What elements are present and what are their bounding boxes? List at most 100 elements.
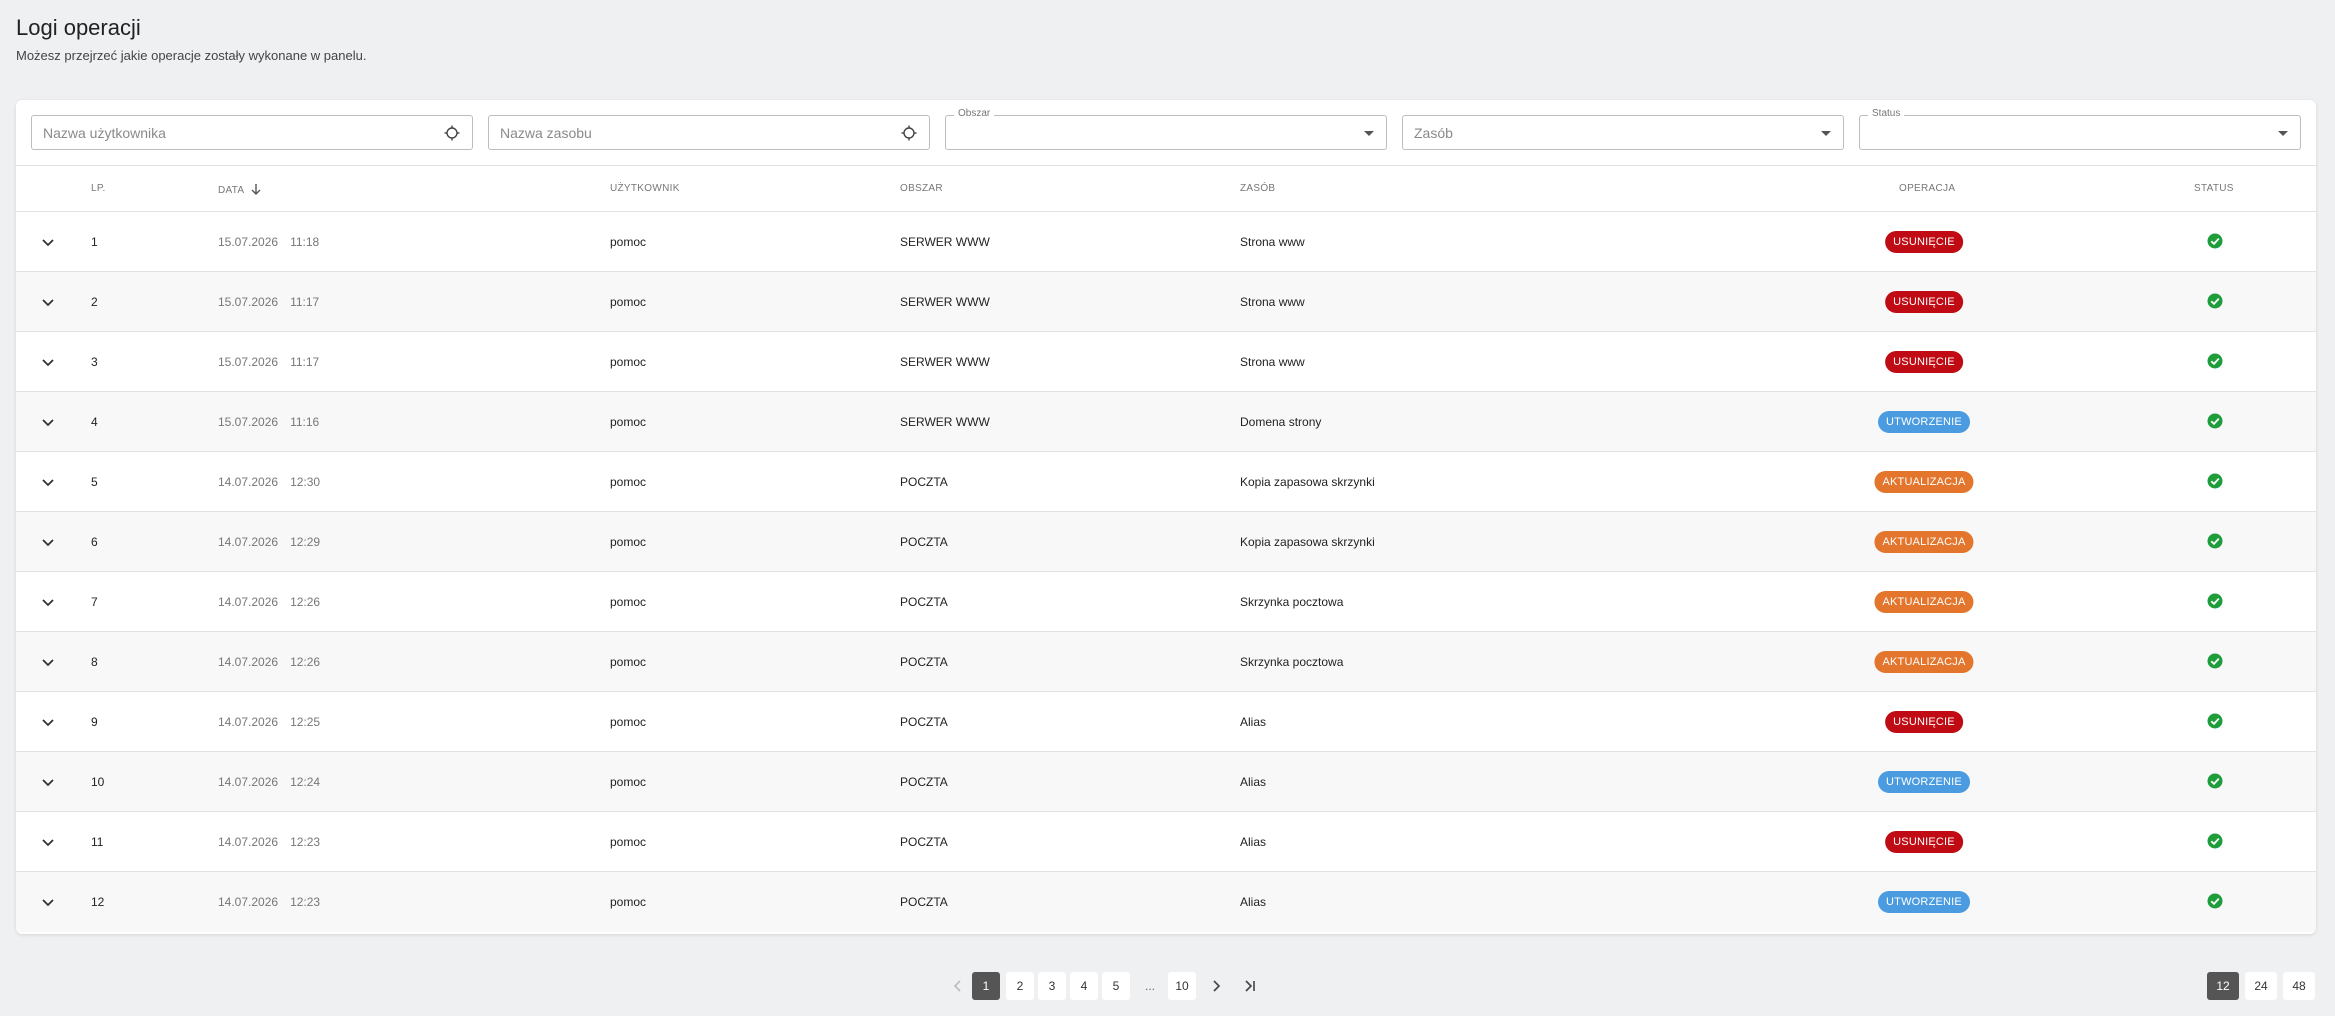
cell-date: 14.07.2026 12:24 [218,775,320,789]
pagination-ellipsis: ... [1144,979,1155,993]
table-row[interactable]: 5 14.07.2026 12:30 pomoc POCZTA Kopia zapasow… [16,452,2316,512]
table-row[interactable]: 4 15.07.2026 11:16 pomoc SERWER WWW Domena st… [16,392,2316,452]
cell-resource: Skrzynka pocztowa [1240,595,1344,609]
dropdown-arrow-icon [2278,131,2288,136]
chevron-down-icon[interactable] [40,594,56,610]
cell-resource: Alias [1240,835,1267,849]
table-row[interactable]: 2 15.07.2026 11:17 pomoc SERWER WWW Strona ww… [16,272,2316,332]
cell-user: pomoc [610,475,647,489]
page-button-3[interactable]: 3 [1038,972,1066,1000]
resource-select[interactable]: Zasób [1402,115,1844,150]
table-row[interactable]: 10 14.07.2026 12:24 pomoc POCZTA Alias UTWORZE… [16,752,2316,812]
operation-badge: AKTUALIZACJA [1874,471,1974,493]
cell-user: pomoc [610,835,647,849]
chevron-down-icon[interactable] [40,834,56,850]
chevron-down-icon[interactable] [40,354,56,370]
last-page-button[interactable] [1236,972,1264,1000]
cell-user: pomoc [610,775,647,789]
cell-lp: 6 [91,535,98,549]
target-icon[interactable] [444,125,460,141]
operation-badge: USUNIĘCIE [1885,831,1963,853]
cell-user: pomoc [610,715,647,729]
table-row[interactable]: 9 14.07.2026 12:25 pomoc POCZTA Alias USUNIĘCI… [16,692,2316,752]
table-header: LP. DATA UŻYTKOWNIK OBSZAR ZASÓB OPERACJ… [16,166,2316,212]
cell-resource: Kopia zapasowa skrzynki [1240,535,1375,549]
page-size-24[interactable]: 24 [2245,972,2277,1000]
check-circle-icon [2207,413,2223,429]
page-header: Logi operacji Możesz przejrzeć jakie ope… [16,14,366,63]
cell-date-time: 11:18 [290,235,320,249]
cell-area: POCZTA [900,655,948,669]
next-page-button[interactable] [1202,972,1230,1000]
chevron-down-icon[interactable] [40,894,56,910]
cell-date: 14.07.2026 12:30 [218,475,320,489]
page-button-5[interactable]: 5 [1102,972,1130,1000]
column-header-date[interactable]: DATA [218,183,262,196]
page-button-2[interactable]: 2 [1006,972,1034,1000]
chevron-down-icon[interactable] [40,714,56,730]
column-header-user[interactable]: UŻYTKOWNIK [610,183,680,194]
table-row[interactable]: 7 14.07.2026 12:26 pomoc POCZTA Skrzynka pocz… [16,572,2316,632]
cell-lp: 3 [91,355,98,369]
column-header-date-label: DATA [218,185,245,196]
page-size-48[interactable]: 48 [2283,972,2315,1000]
page-size-12[interactable]: 12 [2207,972,2239,1000]
table-row[interactable]: 3 15.07.2026 11:17 pomoc SERWER WWW Strona ww… [16,332,2316,392]
column-header-resource[interactable]: ZASÓB [1240,183,1275,194]
check-circle-icon [2207,593,2223,609]
operation-badge: UTWORZENIE [1878,411,1970,433]
chevron-down-icon[interactable] [40,234,56,250]
chevron-left-icon [953,980,961,992]
cell-date: 15.07.2026 11:16 [218,415,319,429]
check-circle-icon [2207,293,2223,309]
operation-badge: UTWORZENIE [1878,771,1970,793]
cell-date-time: 12:29 [290,535,321,549]
cell-date-day: 14.07.2026 [218,775,279,789]
cell-date: 15.07.2026 11:17 [218,355,319,369]
cell-user: pomoc [610,535,647,549]
operation-badge: USUNIĘCIE [1885,291,1963,313]
page-button-4[interactable]: 4 [1070,972,1098,1000]
cell-date-time: 12:23 [290,895,321,909]
dropdown-arrow-icon [1821,131,1831,136]
table-row[interactable]: 1 15.07.2026 11:18 pomoc SERWER WWW Strona ww… [16,212,2316,272]
chevron-down-icon[interactable] [40,414,56,430]
column-header-lp[interactable]: LP. [91,183,106,194]
page-button-last[interactable]: 10 [1168,972,1196,1000]
cell-user: pomoc [610,235,647,249]
prev-page-button[interactable] [944,972,972,1000]
operation-badge: AKTUALIZACJA [1874,651,1974,673]
chevron-down-icon[interactable] [40,474,56,490]
chevron-down-icon[interactable] [40,774,56,790]
username-filter-input[interactable]: Nazwa użytkownika [31,115,473,150]
cell-date-time: 12:26 [290,595,321,609]
cell-lp: 12 [91,895,105,909]
operation-badge: AKTUALIZACJA [1874,531,1974,553]
cell-area: SERWER WWW [900,295,990,309]
chevron-down-icon[interactable] [40,534,56,550]
column-header-area[interactable]: OBSZAR [900,183,943,194]
page-button-1[interactable]: 1 [972,972,1000,1000]
arrow-down-icon [251,184,261,195]
cell-resource: Domena strony [1240,415,1322,429]
column-header-status[interactable]: STATUS [2194,183,2234,194]
chevron-down-icon[interactable] [40,294,56,310]
chevron-down-icon[interactable] [40,654,56,670]
cell-area: SERWER WWW [900,355,990,369]
cell-area: POCZTA [900,475,948,489]
chevron-last-icon [1245,980,1255,992]
cell-user: pomoc [610,595,647,609]
resource-name-filter-input[interactable]: Nazwa zasobu [488,115,930,150]
column-header-operation[interactable]: OPERACJA [1899,183,1955,194]
cell-date: 14.07.2026 12:23 [218,895,320,909]
area-label: Obszar [954,108,995,119]
table-row[interactable]: 6 14.07.2026 12:29 pomoc POCZTA Kopia zapasow… [16,512,2316,572]
table-row[interactable]: 12 14.07.2026 12:23 pomoc POCZTA Alias UTWORZE… [16,872,2316,932]
cell-area: SERWER WWW [900,235,990,249]
area-select[interactable]: Obszar [945,108,1387,150]
target-icon[interactable] [901,125,917,141]
status-select[interactable]: Status [1859,108,2301,150]
table-row[interactable]: 11 14.07.2026 12:23 pomoc POCZTA Alias USUNIĘC… [16,812,2316,872]
page-subtitle: Możesz przejrzeć jakie operacje zostały … [16,48,367,63]
table-row[interactable]: 8 14.07.2026 12:26 pomoc POCZTA Skrzynka pocz… [16,632,2316,692]
